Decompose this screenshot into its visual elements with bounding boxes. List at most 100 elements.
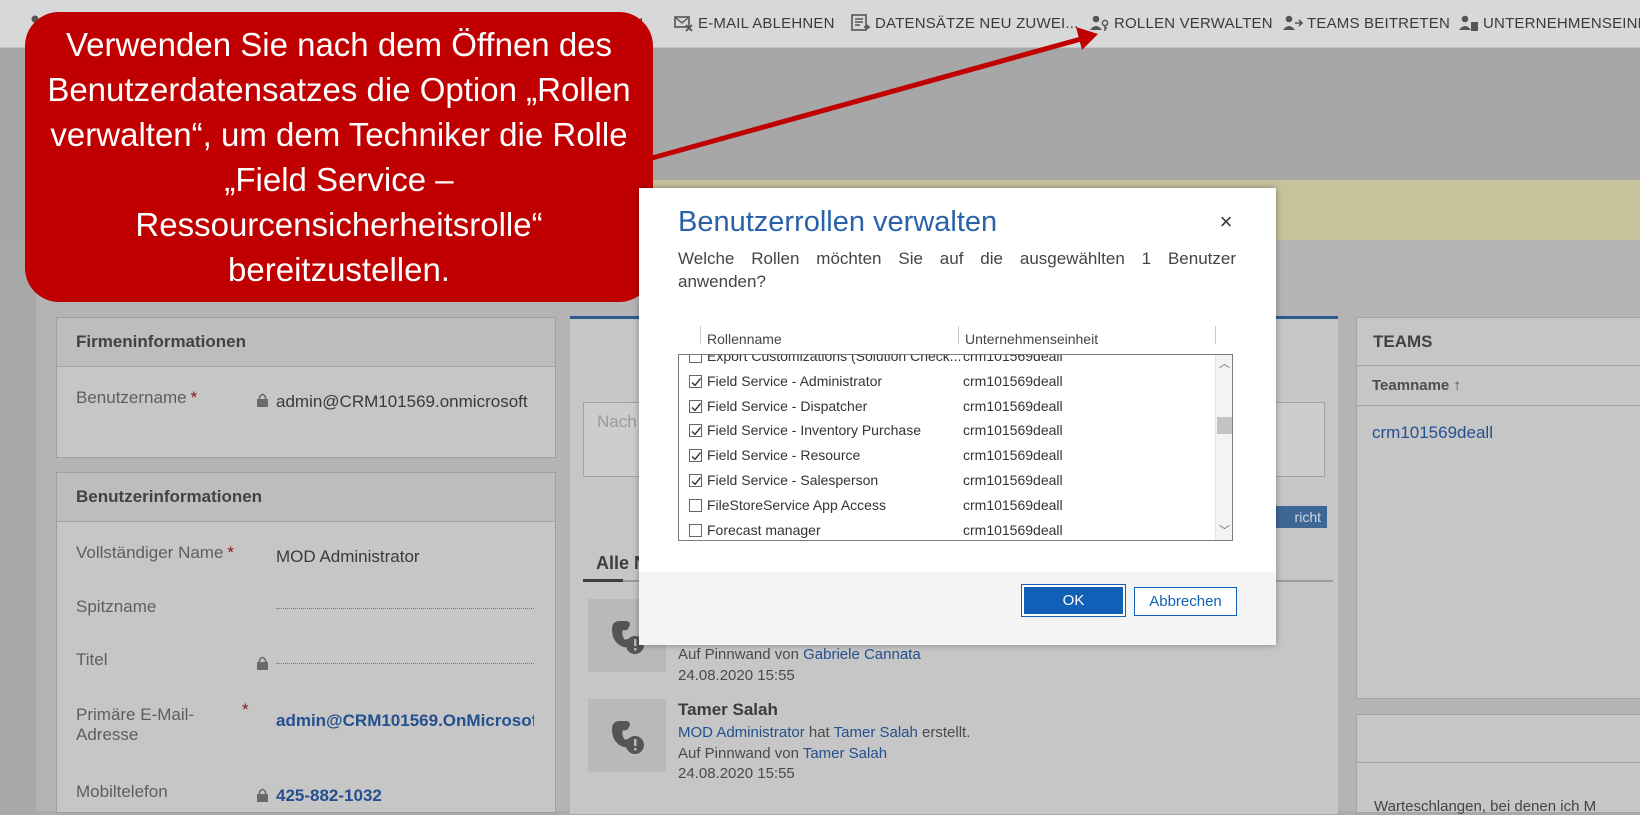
role-checkbox[interactable]	[689, 523, 702, 537]
role-row[interactable]: Field Service - Resource crm101569deall	[679, 444, 1219, 469]
nickname-label: Spitzname	[76, 597, 157, 616]
cmd-reject-email[interactable]: E-MAIL ABLEHNEN	[674, 13, 835, 33]
note-placeholder: Nach	[597, 412, 637, 431]
role-business-unit: crm101569deall	[963, 372, 1063, 389]
scroll-thumb[interactable]	[1217, 417, 1232, 434]
user-info-section: Benutzerinformationen	[56, 472, 556, 813]
check-icon	[691, 377, 702, 387]
reject-email-icon	[674, 16, 693, 32]
section-title: Benutzerinformationen	[57, 473, 555, 522]
phone-alert-icon	[612, 721, 644, 754]
post-title: Tamer Salah	[678, 700, 778, 719]
role-checkbox[interactable]	[689, 498, 702, 512]
lock-icon	[257, 788, 268, 802]
nickname-field[interactable]	[276, 608, 534, 609]
role-name: Forecast manager	[707, 521, 821, 538]
queues-divider	[1357, 762, 1640, 763]
scroll-down-icon[interactable]: ﹀	[1216, 524, 1232, 538]
check-icon	[691, 427, 702, 436]
role-name: Field Service - Salesperson	[707, 472, 879, 488]
column-divider	[958, 326, 959, 344]
column-role-name[interactable]: Rollenname	[707, 331, 782, 347]
email-value[interactable]: admin@CRM101569.OnMicrosof	[276, 711, 534, 731]
section-title: Firmeninformationen	[57, 318, 555, 367]
role-name: Field Service - Administrator	[707, 372, 883, 389]
roles-scrollbar[interactable]: ︿ ﹀	[1215, 355, 1232, 540]
ok-button[interactable]: OK	[1021, 584, 1126, 617]
dialog-description: Welche Rollen möchten Sie auf die ausgew…	[678, 249, 1236, 268]
role-checkbox[interactable]	[689, 374, 702, 388]
roles-list[interactable]: Export Customizations (Solution Check...…	[678, 354, 1233, 541]
scroll-up-icon[interactable]: ︿	[1216, 357, 1232, 371]
username-value: admin@CRM101569.onmicrosoft	[276, 392, 528, 411]
role-checkbox[interactable]	[689, 424, 702, 438]
title-field	[276, 663, 534, 664]
role-business-unit: crm101569deall	[963, 496, 1063, 513]
title-label: Titel	[76, 650, 108, 669]
role-row[interactable]: FileStoreService App Access crm101569deal…	[679, 494, 1219, 519]
close-icon[interactable]: ×	[1216, 211, 1236, 233]
mobile-label: Mobiltelefon	[76, 782, 168, 801]
cmd-reassign-records[interactable]: DATENSÄTZE NEU ZUWEI...	[851, 13, 1079, 33]
cmd-join-teams[interactable]: TEAMS BEITRETEN	[1283, 13, 1450, 33]
post-avatar	[588, 699, 666, 772]
post-link[interactable]: Tamer Salah	[803, 745, 887, 762]
teams-panel	[1356, 317, 1640, 699]
teams-title: TEAMS	[1357, 318, 1640, 366]
post-wall-line: Auf Pinnwand von Tamer Salah	[678, 745, 888, 762]
check-icon	[691, 402, 702, 411]
role-business-unit: crm101569deall	[963, 397, 1063, 414]
teams-divider	[1357, 405, 1640, 406]
role-business-unit: crm101569deall	[963, 472, 1063, 488]
post-link[interactable]: Gabriele Cannata	[803, 646, 921, 663]
manage-roles-icon	[1090, 15, 1109, 31]
role-name: Export Customizations (Solution Check...	[707, 354, 962, 364]
cmd-business-unit[interactable]: UNTERNEHMENSEINH	[1459, 13, 1640, 33]
role-row[interactable]: Export Customizations (Solution Check...…	[679, 354, 1219, 370]
role-name: Field Service - Inventory Purchase	[707, 422, 921, 439]
role-business-unit: crm101569deall	[963, 447, 1063, 464]
post-link[interactable]: Tamer Salah	[834, 724, 918, 741]
cmd-label: DATENSÄTZE NEU ZUWEI...	[875, 14, 1079, 32]
role-row[interactable]: Field Service - Salesperson crm101569deal…	[679, 469, 1219, 494]
column-business-unit[interactable]: Unternehmenseinheit	[965, 331, 1098, 347]
email-label: Primäre E-Mail- Adresse	[76, 705, 195, 744]
role-business-unit: crm101569deall	[963, 521, 1063, 538]
queues-title: Warteschlangen, bei denen ich M	[1374, 798, 1597, 815]
lock-icon	[257, 393, 268, 407]
post-time: 24.08.2020 15:55	[678, 765, 795, 782]
instruction-callout: Verwenden Sie nach dem Öffnen des Benutz…	[25, 12, 653, 302]
callout-text: Verwenden Sie nach dem Öffnen des Benutz…	[47, 26, 631, 288]
column-divider	[700, 326, 701, 344]
cancel-button[interactable]: Abbrechen	[1134, 587, 1237, 616]
role-name: FileStoreService App Access	[707, 496, 886, 513]
post-time: 24.08.2020 15:55	[678, 667, 795, 684]
post-created-line: MOD Administrator hat Tamer Salah erstel…	[678, 724, 971, 741]
manage-roles-dialog: Benutzerrollen verwalten × Welche Rollen…	[639, 188, 1276, 645]
column-divider	[1215, 326, 1216, 344]
role-checkbox[interactable]	[689, 355, 702, 363]
cmd-label: TEAMS BEITRETEN	[1307, 14, 1451, 32]
role-name: Field Service - Dispatcher	[707, 397, 868, 414]
business-unit-icon	[1459, 15, 1478, 31]
tab-active-indicator	[583, 579, 623, 582]
fullname-label: Vollständiger Name *	[76, 543, 235, 562]
cmd-label: ROLLEN VERWALTEN	[1114, 14, 1273, 32]
role-checkbox[interactable]	[689, 449, 702, 463]
post-link[interactable]: MOD Administrator	[678, 724, 805, 741]
role-row[interactable]: Forecast manager crm101569deall	[679, 519, 1219, 540]
mobile-value[interactable]: 425-882-1032	[276, 786, 382, 806]
role-business-unit: crm101569deall	[963, 354, 1063, 364]
role-checkbox[interactable]	[689, 399, 702, 413]
cmd-manage-roles[interactable]: ROLLEN VERWALTEN	[1090, 13, 1273, 33]
role-row[interactable]: Field Service - Inventory Purchase crm101…	[679, 419, 1219, 444]
team-link[interactable]: crm101569deall	[1372, 423, 1493, 443]
role-row[interactable]: Field Service - Dispatcher crm101569deall	[679, 395, 1219, 420]
fullname-value[interactable]: MOD Administrator	[276, 547, 420, 567]
role-business-unit: crm101569deall	[963, 422, 1063, 439]
teams-column-header[interactable]: Teamname ↑	[1372, 377, 1461, 394]
reassign-icon	[851, 14, 871, 31]
role-checkbox[interactable]	[689, 474, 702, 487]
role-row[interactable]: Field Service - Administrator crm101569de…	[679, 370, 1219, 395]
check-icon	[691, 477, 702, 486]
